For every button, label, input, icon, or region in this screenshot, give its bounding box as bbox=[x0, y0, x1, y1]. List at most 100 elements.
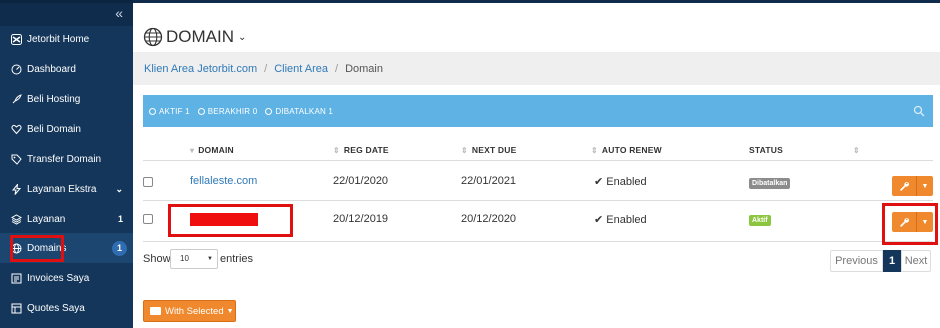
radio-icon bbox=[197, 107, 205, 115]
sort-icon: ⇕ bbox=[461, 145, 468, 155]
sidebar-item-label: Quotes Saya bbox=[27, 302, 85, 314]
breadcrumb-current: Domain bbox=[345, 62, 383, 75]
sidebar-item-jetorbit-home[interactable]: Jetorbit Home bbox=[0, 24, 133, 54]
status-badge: Dibatalkan bbox=[749, 178, 791, 189]
bolt-icon bbox=[10, 183, 22, 195]
domain-link[interactable]: fellaleste.com bbox=[190, 175, 257, 187]
invoice-icon bbox=[10, 272, 22, 284]
entries-value: 10 bbox=[180, 254, 189, 263]
auto-renew: ✔ Enabled bbox=[594, 214, 647, 226]
with-selected-button[interactable]: With Selected ▼ bbox=[143, 300, 236, 322]
sidebar-item-label: Invoices Saya bbox=[27, 272, 90, 284]
breadcrumb: Klien Area Jetorbit.com / Client Area / … bbox=[133, 52, 940, 85]
sidebar-item-invoices[interactable]: Invoices Saya bbox=[0, 263, 133, 293]
sidebar-item-label: Beli Hosting bbox=[27, 93, 81, 105]
column-header-domain[interactable]: ▾ DOMAIN bbox=[190, 140, 234, 160]
pagination-page[interactable]: 1 bbox=[883, 250, 901, 272]
entries-select[interactable]: 10 ▼ bbox=[170, 249, 218, 269]
row-checkbox[interactable] bbox=[143, 177, 153, 187]
sidebar-item-beli-domain[interactable]: Beli Domain bbox=[0, 114, 133, 144]
sidebar-item-layanan[interactable]: Layanan 1 bbox=[0, 204, 133, 234]
folder-icon bbox=[150, 307, 161, 315]
page-title[interactable]: DOMAIN ⌄ bbox=[143, 27, 246, 47]
sidebar-top: « bbox=[0, 0, 133, 26]
sort-desc-icon: ▾ bbox=[190, 145, 195, 155]
chevron-down-icon: ⌄ bbox=[238, 31, 247, 43]
column-header-status[interactable]: STATUS bbox=[749, 140, 783, 160]
chevron-down-icon: ▼ bbox=[207, 256, 213, 262]
filter-berakhir[interactable]: BERAKHIR 0 bbox=[197, 106, 258, 116]
rocket-icon bbox=[10, 93, 22, 105]
sidebar-item-quotes[interactable]: Quotes Saya bbox=[0, 293, 133, 323]
column-header-reg-date[interactable]: ⇕ REG DATE bbox=[333, 140, 389, 160]
breadcrumb-link-home[interactable]: Klien Area Jetorbit.com bbox=[144, 63, 257, 75]
column-header-auto-renew[interactable]: ⇕ AUTO RENEW bbox=[591, 140, 662, 160]
globe-icon bbox=[143, 27, 163, 47]
row-divider bbox=[143, 200, 933, 201]
service-count: 1 bbox=[117, 214, 123, 224]
column-header-actions[interactable]: ⇕ bbox=[853, 140, 864, 160]
domain-count-badge: 1 bbox=[112, 240, 127, 256]
filter-label: AKTIF bbox=[159, 106, 183, 116]
show-label: Show bbox=[143, 253, 171, 265]
sidebar-item-beli-hosting[interactable]: Beli Hosting bbox=[0, 84, 133, 114]
entries-label: entries bbox=[220, 253, 254, 265]
sidebar: « Jetorbit Home Dashboard Beli Hosting B… bbox=[0, 0, 133, 328]
status-filter-bar: AKTIF 1 BERAKHIR 0 DIBATALKAN 1 bbox=[143, 95, 933, 127]
pagination-previous[interactable]: Previous bbox=[830, 250, 883, 272]
sidebar-item-layanan-ekstra[interactable]: Layanan Ekstra ⌄ bbox=[0, 174, 133, 204]
next-due: 20/12/2020 bbox=[461, 213, 517, 225]
globe-icon bbox=[10, 242, 22, 254]
breadcrumb-separator: / bbox=[264, 62, 268, 75]
chevron-down-icon: ⌄ bbox=[115, 183, 123, 194]
sort-icon: ⇕ bbox=[333, 145, 340, 155]
manage-domain-button[interactable] bbox=[892, 176, 917, 196]
filter-label: BERAKHIR bbox=[207, 106, 251, 116]
breadcrumb-link-client-area[interactable]: Client Area bbox=[274, 63, 328, 75]
with-selected-label: With Selected bbox=[165, 305, 224, 317]
dashboard-icon bbox=[10, 63, 22, 75]
manage-dropdown-button[interactable]: ▼ bbox=[917, 212, 933, 232]
sidebar-item-domains[interactable]: Domains 1 bbox=[0, 233, 133, 263]
heart-icon bbox=[10, 123, 22, 135]
page-header: DOMAIN ⌄ bbox=[133, 3, 940, 52]
tag-icon bbox=[10, 153, 22, 165]
sidebar-item-dashboard[interactable]: Dashboard bbox=[0, 54, 133, 84]
collapse-sidebar-icon[interactable]: « bbox=[115, 5, 123, 21]
row-checkbox[interactable] bbox=[143, 214, 153, 224]
table-header-divider bbox=[143, 160, 933, 161]
jetorbit-logo-icon bbox=[10, 33, 22, 45]
sidebar-item-label: Layanan bbox=[27, 213, 66, 225]
radio-icon bbox=[149, 107, 156, 115]
auto-renew: ✔ Enabled bbox=[594, 176, 647, 188]
quote-icon bbox=[10, 302, 22, 314]
filter-count: 1 bbox=[328, 106, 334, 116]
manage-button-group: ▼ bbox=[892, 176, 933, 196]
filter-label: DIBATALKAN bbox=[275, 106, 326, 116]
chevron-down-icon: ▼ bbox=[226, 307, 234, 315]
filter-dibatalkan[interactable]: DIBATALKAN 1 bbox=[265, 107, 333, 116]
filter-count: 1 bbox=[185, 106, 190, 116]
sidebar-item-label: Transfer Domain bbox=[27, 153, 102, 165]
row-divider bbox=[143, 241, 933, 242]
pagination-next[interactable]: Next bbox=[901, 250, 931, 272]
filter-count: 0 bbox=[252, 106, 258, 116]
radio-icon bbox=[265, 107, 273, 115]
manage-dropdown-button[interactable]: ▼ bbox=[917, 176, 933, 196]
filter-aktif[interactable]: AKTIF 1 bbox=[149, 107, 190, 116]
sidebar-item-transfer-domain[interactable]: Transfer Domain bbox=[0, 144, 133, 174]
layers-icon bbox=[10, 213, 22, 225]
reg-date: 22/01/2020 bbox=[333, 175, 389, 187]
page-title-text: DOMAIN bbox=[166, 27, 234, 46]
pagination: Previous 1 Next bbox=[830, 250, 931, 272]
manage-button-group: ▼ bbox=[892, 212, 933, 232]
redacted-domain-bar bbox=[190, 213, 258, 226]
sort-icon: ⇕ bbox=[591, 145, 598, 155]
sidebar-item-label: Dashboard bbox=[27, 63, 76, 75]
sidebar-item-label: Layanan Ekstra bbox=[27, 183, 97, 195]
manage-domain-button[interactable] bbox=[892, 212, 917, 232]
status-badge: Aktif bbox=[749, 215, 771, 226]
column-header-next-due[interactable]: ⇕ NEXT DUE bbox=[461, 140, 516, 160]
search-icon[interactable] bbox=[913, 105, 925, 117]
reg-date: 20/12/2019 bbox=[333, 213, 389, 225]
